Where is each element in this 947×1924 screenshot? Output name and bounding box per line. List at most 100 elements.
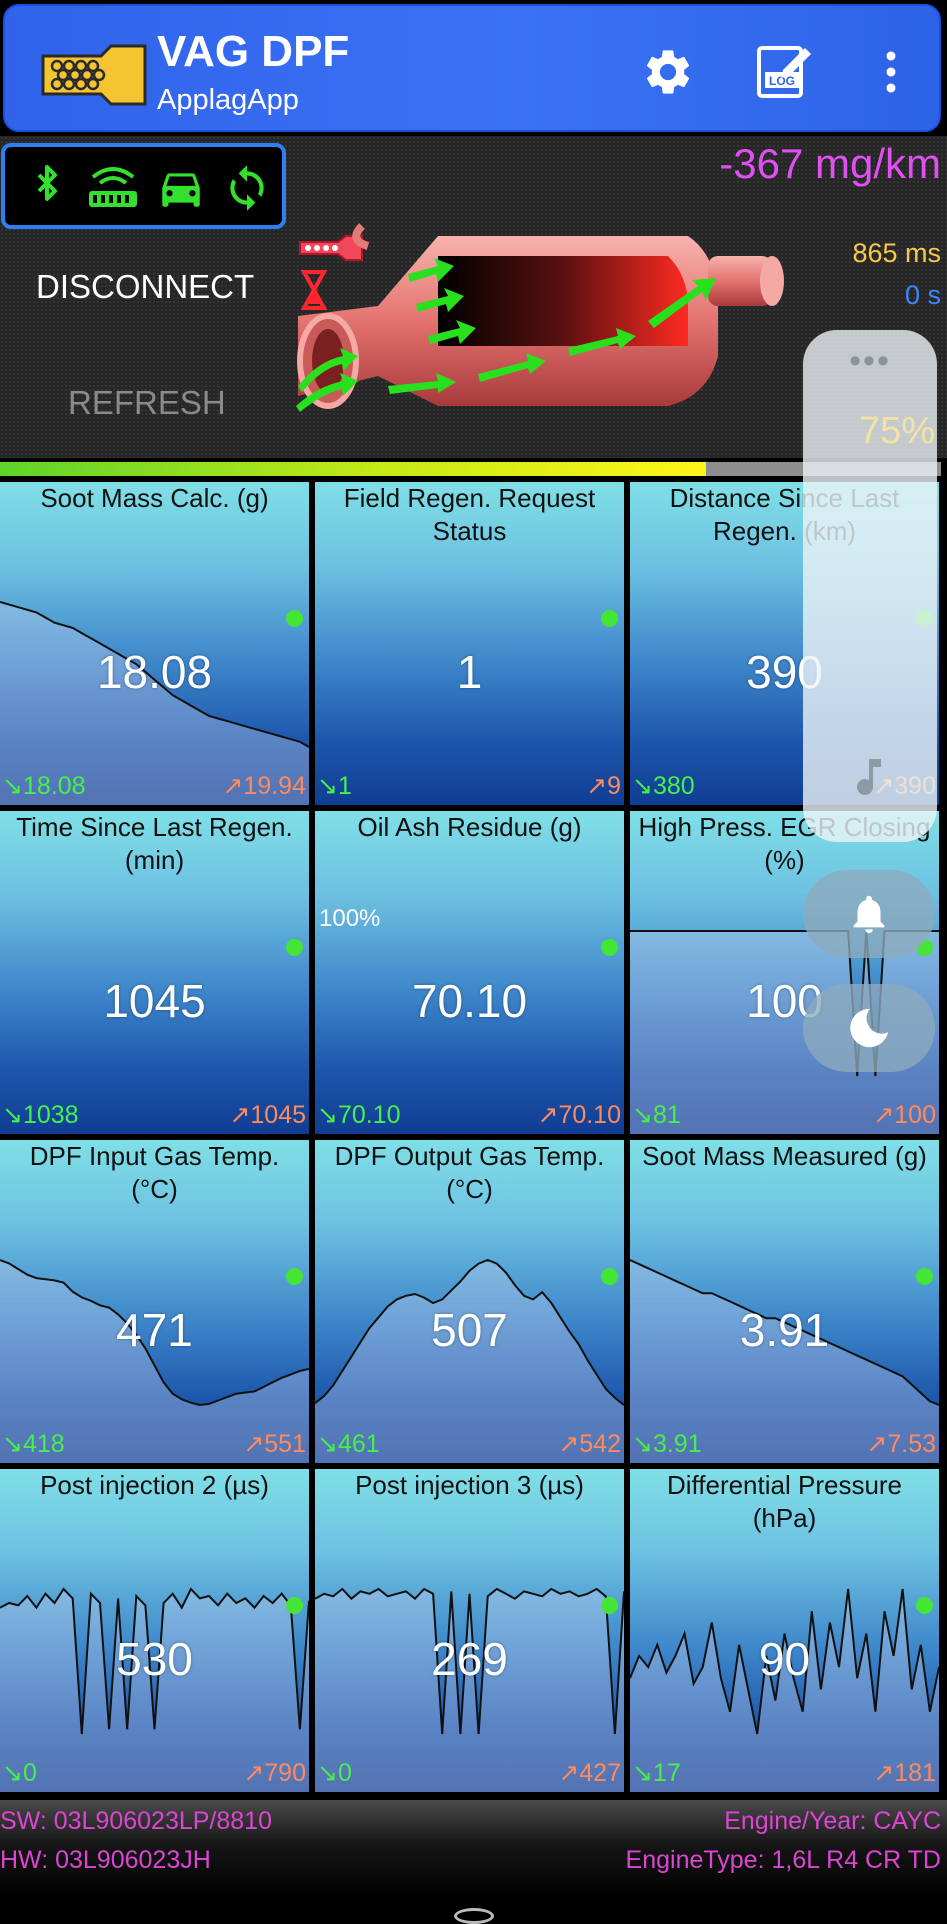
tile-percent: 100% — [319, 905, 381, 932]
sensor-tile[interactable]: Oil Ash Residue (g) 100% 70.10 ↘70.10 ↗70.10 — [315, 811, 624, 1134]
bluetooth-icon — [17, 163, 77, 213]
tile-value: 90 — [758, 1633, 811, 1685]
sensor-tile[interactable]: Soot Mass Measured (g) 3.91 ↘3.91 ↗7.53 — [630, 1140, 939, 1463]
volume-panel[interactable]: ••• 75% — [803, 330, 937, 842]
tile-min: ↘70.10 — [317, 1101, 401, 1129]
live-indicator-dot — [286, 939, 303, 956]
latency-readout: 865 ms — [852, 238, 941, 268]
do-not-disturb-button[interactable] — [803, 984, 935, 1072]
tile-title: Post injection 2 (µs) — [40, 1470, 269, 1500]
sensor-tile[interactable]: DPF Input Gas Temp. (°C) 471 ↘418 ↗551 — [0, 1140, 309, 1463]
tile-min: ↘0 — [317, 1759, 352, 1787]
tile-title: Soot Mass Measured (g) — [642, 1141, 927, 1171]
tile-max: ↗790 — [243, 1759, 306, 1787]
tile-title: DPF Input Gas Temp. (°C) — [29, 1141, 280, 1204]
tile-value: 1 — [456, 646, 483, 698]
tile-title: Soot Mass Calc. (g) — [40, 483, 269, 513]
sparkline-chart — [0, 601, 309, 805]
car-icon — [151, 163, 211, 213]
log-icon: LOG — [757, 46, 811, 98]
tile-min: ↘1 — [317, 772, 352, 800]
tile-max: ↗1045 — [229, 1101, 306, 1129]
tile-max: ↗181 — [873, 1759, 936, 1787]
live-indicator-dot — [286, 1268, 303, 1285]
sensor-tile[interactable]: Post injection 2 (µs) 530 ↘0 ↗790 — [0, 1469, 309, 1792]
moon-icon — [850, 1008, 889, 1048]
hardware-version: HW: 03L906023JH — [0, 1846, 211, 1874]
sensor-tile[interactable]: High Press. EGR Closing (%) 100 ↘81 ↗100 — [630, 811, 939, 1134]
tile-max: ↗9 — [586, 772, 621, 800]
bell-icon — [853, 895, 885, 934]
tile-min: ↘461 — [317, 1430, 380, 1458]
tile-max: ↗100 — [873, 1101, 936, 1129]
app-subtitle: ApplagApp — [157, 84, 299, 116]
tile-value: 3.91 — [739, 1304, 830, 1356]
tile-max: ↗7.53 — [866, 1430, 936, 1458]
music-note-icon — [857, 759, 881, 796]
tile-min: ↘1038 — [2, 1101, 79, 1129]
tile-value: 530 — [116, 1633, 193, 1685]
sparkline-chart — [0, 1587, 309, 1792]
tile-max: ↗70.10 — [537, 1101, 621, 1129]
tile-value: 471 — [116, 1304, 193, 1356]
soot-emission-readout: -367 mg/km — [719, 140, 941, 187]
tile-value: 269 — [431, 1633, 508, 1685]
tile-title: Time Since Last Regen. (min) — [16, 812, 293, 875]
tile-max: ↗427 — [558, 1759, 621, 1787]
live-indicator-dot — [916, 1597, 933, 1614]
refresh-button[interactable]: REFRESH — [68, 384, 226, 422]
live-indicator-dot — [601, 939, 618, 956]
overflow-menu-icon — [886, 51, 896, 93]
tile-max: ↗542 — [558, 1430, 621, 1458]
gear-icon — [647, 50, 690, 94]
live-indicator-dot — [286, 1597, 303, 1614]
more-options-button[interactable] — [861, 42, 921, 102]
live-indicator-dot — [601, 610, 618, 627]
dpf-filter-illustration — [296, 223, 784, 412]
tile-title: Differential Pressure (hPa) — [666, 1470, 903, 1533]
tile-title: DPF Output Gas Temp. (°C) — [334, 1141, 605, 1204]
sensor-tile[interactable]: Field Regen. Request Status 1 ↘1 ↗9 — [315, 482, 624, 805]
ring-mode-button[interactable] — [803, 870, 935, 958]
log-button[interactable]: LOG — [753, 42, 813, 102]
ecu-info-footer: SW: 03L906023LP/8810 HW: 03L906023JH Eng… — [0, 1800, 947, 1900]
tile-max: ↗19.94 — [222, 772, 306, 800]
app-bar: VAG DPF ApplagApp LOG — [3, 4, 941, 132]
tile-min: ↘81 — [632, 1101, 681, 1129]
volume-more-button[interactable]: ••• — [803, 342, 937, 381]
sync-icon — [217, 163, 277, 213]
tile-min: ↘0 — [2, 1759, 37, 1787]
timer-readout: 0 s — [904, 280, 941, 310]
sensor-tile[interactable]: Time Since Last Regen. (min) 1045 ↘1038 ↗10… — [0, 811, 309, 1134]
dpf-logo-icon — [39, 42, 153, 108]
engine-year: Engine/Year: CAYC — [724, 1807, 941, 1835]
volume-percent: 75% — [858, 410, 935, 452]
sensor-tile[interactable]: DPF Output Gas Temp. (°C) 507 ↘461 ↗542 — [315, 1140, 624, 1463]
progress-fill — [0, 462, 706, 476]
sensor-tile[interactable]: Differential Pressure (hPa) 90 ↘17 ↗181 — [630, 1469, 939, 1792]
tile-title: Field Regen. Request Status — [343, 483, 596, 546]
engine-type: EngineType: 1,6L R4 CR TD — [625, 1846, 941, 1874]
app-title: VAG DPF — [157, 27, 350, 76]
sensor-tile[interactable]: Post injection 3 (µs) 269 ↘0 ↗427 — [315, 1469, 624, 1792]
tile-min: ↘3.91 — [632, 1430, 702, 1458]
tile-min: ↘418 — [2, 1430, 65, 1458]
software-version: SW: 03L906023LP/8810 — [0, 1807, 272, 1835]
home-indicator[interactable] — [454, 1908, 494, 1924]
obd-adapter-icon — [83, 163, 143, 213]
sparkline-chart — [315, 1587, 624, 1792]
live-indicator-dot — [601, 1597, 618, 1614]
live-indicator-dot — [601, 1268, 618, 1285]
disconnect-button[interactable]: DISCONNECT — [36, 268, 254, 306]
sensor-tile[interactable]: Soot Mass Calc. (g) 18.08 ↘18.08 ↗19.94 — [0, 482, 309, 805]
tile-min: ↘17 — [632, 1759, 681, 1787]
tile-value: 507 — [431, 1304, 508, 1356]
connection-status-box — [1, 143, 286, 229]
tile-value: 18.08 — [96, 646, 213, 698]
tile-value: 70.10 — [411, 975, 528, 1027]
tile-title: Oil Ash Residue (g) — [357, 812, 582, 842]
tile-min: ↘18.08 — [2, 772, 86, 800]
tile-min: ↘380 — [632, 772, 695, 800]
settings-button[interactable] — [638, 42, 698, 102]
live-indicator-dot — [286, 610, 303, 627]
